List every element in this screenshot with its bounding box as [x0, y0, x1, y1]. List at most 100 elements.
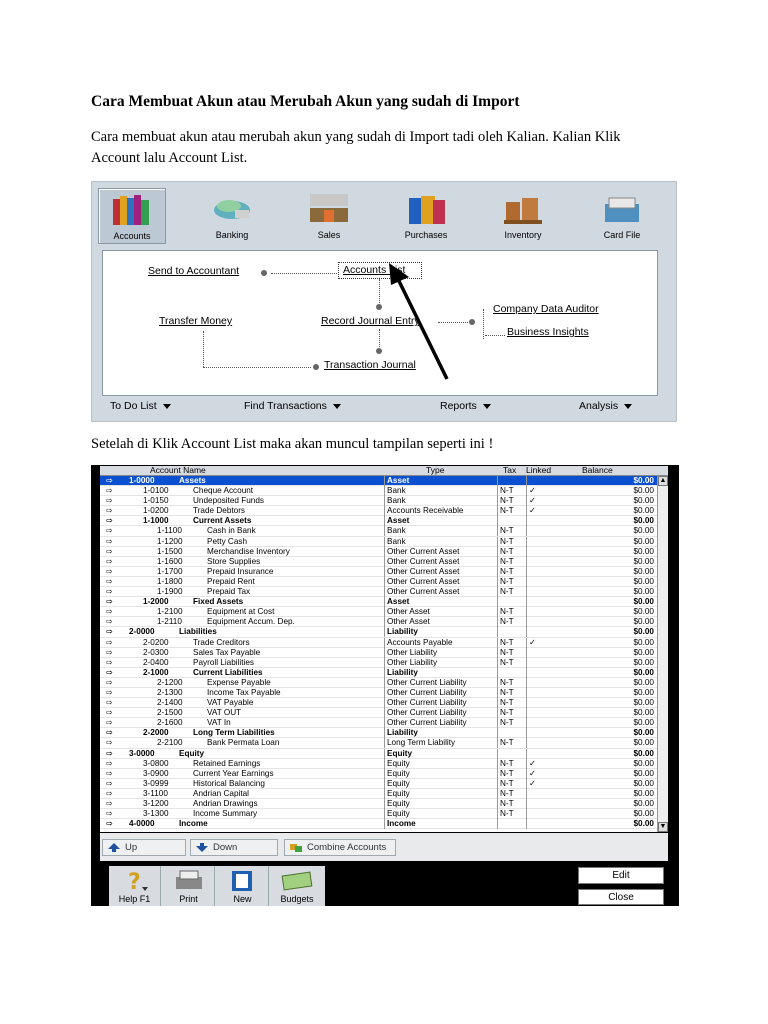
- row-arrow-icon: ⇨: [106, 708, 113, 718]
- company-data-auditor-link[interactable]: Company Data Auditor: [493, 303, 599, 315]
- row-arrow-icon: ⇨: [106, 718, 113, 728]
- table-row[interactable]: ⇨ 1-2100 Equipment at Cost Other Asset N-T $0…: [100, 607, 668, 618]
- account-type: Bank: [384, 536, 406, 547]
- col-header-tax[interactable]: Tax: [503, 466, 516, 475]
- table-row[interactable]: ⇨ 2-0300 Sales Tax Payable Other Liability N…: [100, 647, 668, 658]
- transfer-money-link[interactable]: Transfer Money: [159, 315, 232, 327]
- find-transactions-menu[interactable]: Find Transactions: [244, 400, 341, 412]
- tax-code: N-T: [497, 718, 514, 729]
- edit-button[interactable]: Edit: [578, 867, 664, 884]
- row-arrow-icon: ⇨: [106, 607, 113, 617]
- table-row[interactable]: ⇨ 1-1800 Prepaid Rent Other Current Asset N-…: [100, 576, 668, 588]
- table-row[interactable]: ⇨ 1-0150 Undeposited Funds Bank N-T ✓ $0.00: [100, 496, 668, 507]
- budgets-button[interactable]: Budgets: [271, 866, 323, 906]
- table-row[interactable]: ⇨ 2-0000 Liabilities Liability $0.00: [100, 627, 668, 638]
- table-row[interactable]: ⇨ 3-0000 Equity Equity $0.00: [100, 748, 668, 759]
- table-row[interactable]: ⇨ 2-1500 VAT OUT Other Current Liability N-T…: [100, 708, 668, 719]
- tab-banking[interactable]: Banking: [198, 188, 266, 244]
- scroll-up-icon[interactable]: ▲: [658, 476, 668, 486]
- table-row[interactable]: ⇨ 1-1000 Current Assets Asset $0.00: [100, 516, 668, 527]
- table-row[interactable]: ⇨ 1-0200 Trade Debtors Accounts Receivable N…: [100, 506, 668, 517]
- row-arrow-icon: ⇨: [106, 476, 113, 485]
- scroll-down-icon[interactable]: ▼: [658, 822, 668, 832]
- reports-menu[interactable]: Reports: [440, 400, 491, 412]
- account-name: Retained Earnings: [193, 758, 261, 768]
- table-row[interactable]: ⇨ 2-1200 Expense Payable Other Current Liab…: [100, 677, 668, 688]
- row-arrow-icon: ⇨: [106, 748, 113, 758]
- tab-purchases[interactable]: Purchases: [392, 188, 460, 244]
- account-balance: $0.00: [633, 687, 655, 697]
- new-button[interactable]: New: [217, 866, 269, 906]
- account-number: 1-1600: [157, 556, 183, 566]
- combine-accounts-button[interactable]: Combine Accounts: [284, 839, 396, 856]
- table-row[interactable]: ⇨ 3-1200 Andrian Drawings Equity N-T $0.00: [100, 799, 668, 810]
- col-header-account-name[interactable]: Account Name: [150, 466, 206, 475]
- table-row[interactable]: ⇨ 2-2100 Bank Permata Loan Long Term Liabil…: [100, 738, 668, 749]
- table-row[interactable]: ⇨ 1-2110 Equipment Accum. Dep. Other Asset N…: [100, 617, 668, 628]
- row-arrow-icon: ⇨: [106, 587, 113, 597]
- table-row[interactable]: ⇨ 3-0900 Current Year Earnings Equity N-T ✓ $0…: [100, 768, 668, 779]
- col-header-balance[interactable]: Balance: [582, 466, 613, 475]
- print-button[interactable]: Print: [163, 866, 215, 906]
- row-arrow-icon: ⇨: [106, 556, 113, 566]
- account-balance: $0.00: [633, 546, 655, 556]
- account-type: Accounts Payable: [384, 637, 453, 648]
- button-bar: Up Down Combine Accounts: [100, 833, 668, 861]
- row-arrow-icon: ⇨: [106, 738, 113, 748]
- tab-accounts[interactable]: Accounts: [98, 188, 166, 244]
- tab-inventory[interactable]: Inventory: [489, 188, 557, 244]
- table-row[interactable]: ⇨ 1-0000 Assets Asset $0.00: [100, 476, 668, 487]
- row-arrow-icon: ⇨: [106, 637, 113, 647]
- table-row[interactable]: ⇨ 1-2000 Fixed Assets Asset $0.00: [100, 597, 668, 608]
- tax-code: [497, 748, 500, 759]
- table-row[interactable]: ⇨ 2-2000 Long Term Liabilities Liability $0.…: [100, 728, 668, 739]
- down-button[interactable]: Down: [190, 839, 278, 856]
- table-row[interactable]: ⇨ 1-1700 Prepaid Insurance Other Current As…: [100, 566, 668, 577]
- table-row[interactable]: ⇨ 2-1600 VAT In Other Current Liability N-T $…: [100, 718, 668, 729]
- up-button[interactable]: Up: [102, 839, 186, 856]
- table-row[interactable]: ⇨ 1-1200 Petty Cash Bank N-T $0.00: [100, 536, 668, 547]
- vertical-scrollbar[interactable]: ▲ ▼: [657, 476, 668, 832]
- table-row[interactable]: ⇨ 3-1100 Andrian Capital Equity N-T $0.00: [100, 788, 668, 799]
- table-row[interactable]: ⇨ 1-1500 Merchandise Inventory Other Curren…: [100, 546, 668, 557]
- todo-list-menu[interactable]: To Do List: [110, 400, 171, 412]
- account-number: 1-0200: [143, 506, 169, 516]
- table-row[interactable]: ⇨ 2-0400 Payroll Liabilities Other Liabilit…: [100, 657, 668, 668]
- table-row[interactable]: ⇨ 1-1600 Store Supplies Other Current Asset…: [100, 556, 668, 567]
- account-type: Other Current Liability: [384, 698, 467, 709]
- col-header-linked[interactable]: Linked: [526, 466, 551, 475]
- close-button[interactable]: Close: [578, 889, 664, 905]
- account-balance: $0.00: [633, 728, 655, 738]
- account-balance: $0.00: [633, 607, 655, 617]
- table-row[interactable]: ⇨ 2-0200 Trade Creditors Accounts Payable N-…: [100, 637, 668, 648]
- account-number: 1-1900: [157, 587, 183, 597]
- account-balance: $0.00: [633, 617, 655, 627]
- table-row[interactable]: ⇨ 1-1100 Cash in Bank Bank N-T $0.00: [100, 526, 668, 537]
- linked-check: [526, 566, 529, 577]
- table-row[interactable]: ⇨ 2-1400 VAT Payable Other Current Liabilit…: [100, 698, 668, 709]
- help-button[interactable]: ? Help F1: [109, 866, 161, 906]
- up-arrow-icon: [108, 843, 120, 852]
- analysis-menu[interactable]: Analysis: [579, 400, 633, 412]
- table-row[interactable]: ⇨ 2-1000 Current Liabilities Liability $0.00: [100, 667, 668, 678]
- table-row[interactable]: ⇨ 3-0999 Historical Balancing Equity N-T ✓ $0.…: [100, 778, 668, 789]
- table-row[interactable]: ⇨ 3-1300 Income Summary Equity N-T $0.00: [100, 809, 668, 820]
- account-type: Other Asset: [384, 607, 430, 618]
- tax-code: N-T: [497, 799, 514, 809]
- table-row[interactable]: ⇨ 1-1900 Prepaid Tax Other Current Asset N-T…: [100, 587, 668, 598]
- account-balance: $0.00: [633, 758, 655, 768]
- linked-check: ✓: [526, 768, 536, 779]
- row-arrow-icon: ⇨: [106, 657, 113, 667]
- account-balance: $0.00: [633, 788, 655, 798]
- tab-sales[interactable]: Sales: [295, 188, 363, 244]
- table-row[interactable]: ⇨ 1-0100 Cheque Account Bank N-T ✓ $0.00: [100, 486, 668, 497]
- table-row[interactable]: ⇨ 2-1300 Income Tax Payable Other Current L…: [100, 687, 668, 699]
- table-row[interactable]: ⇨ 3-0800 Retained Earnings Equity N-T ✓ $0.00: [100, 758, 668, 769]
- col-header-type[interactable]: Type: [426, 466, 444, 475]
- business-insights-link[interactable]: Business Insights: [507, 326, 589, 338]
- table-row[interactable]: ⇨ 4-0000 Income Income $0.00: [100, 819, 668, 830]
- connector: [483, 309, 484, 339]
- tab-card-file[interactable]: Card File: [588, 188, 656, 244]
- send-to-accountant-link[interactable]: Send to Accountant: [148, 265, 239, 277]
- tax-code: N-T: [497, 607, 514, 618]
